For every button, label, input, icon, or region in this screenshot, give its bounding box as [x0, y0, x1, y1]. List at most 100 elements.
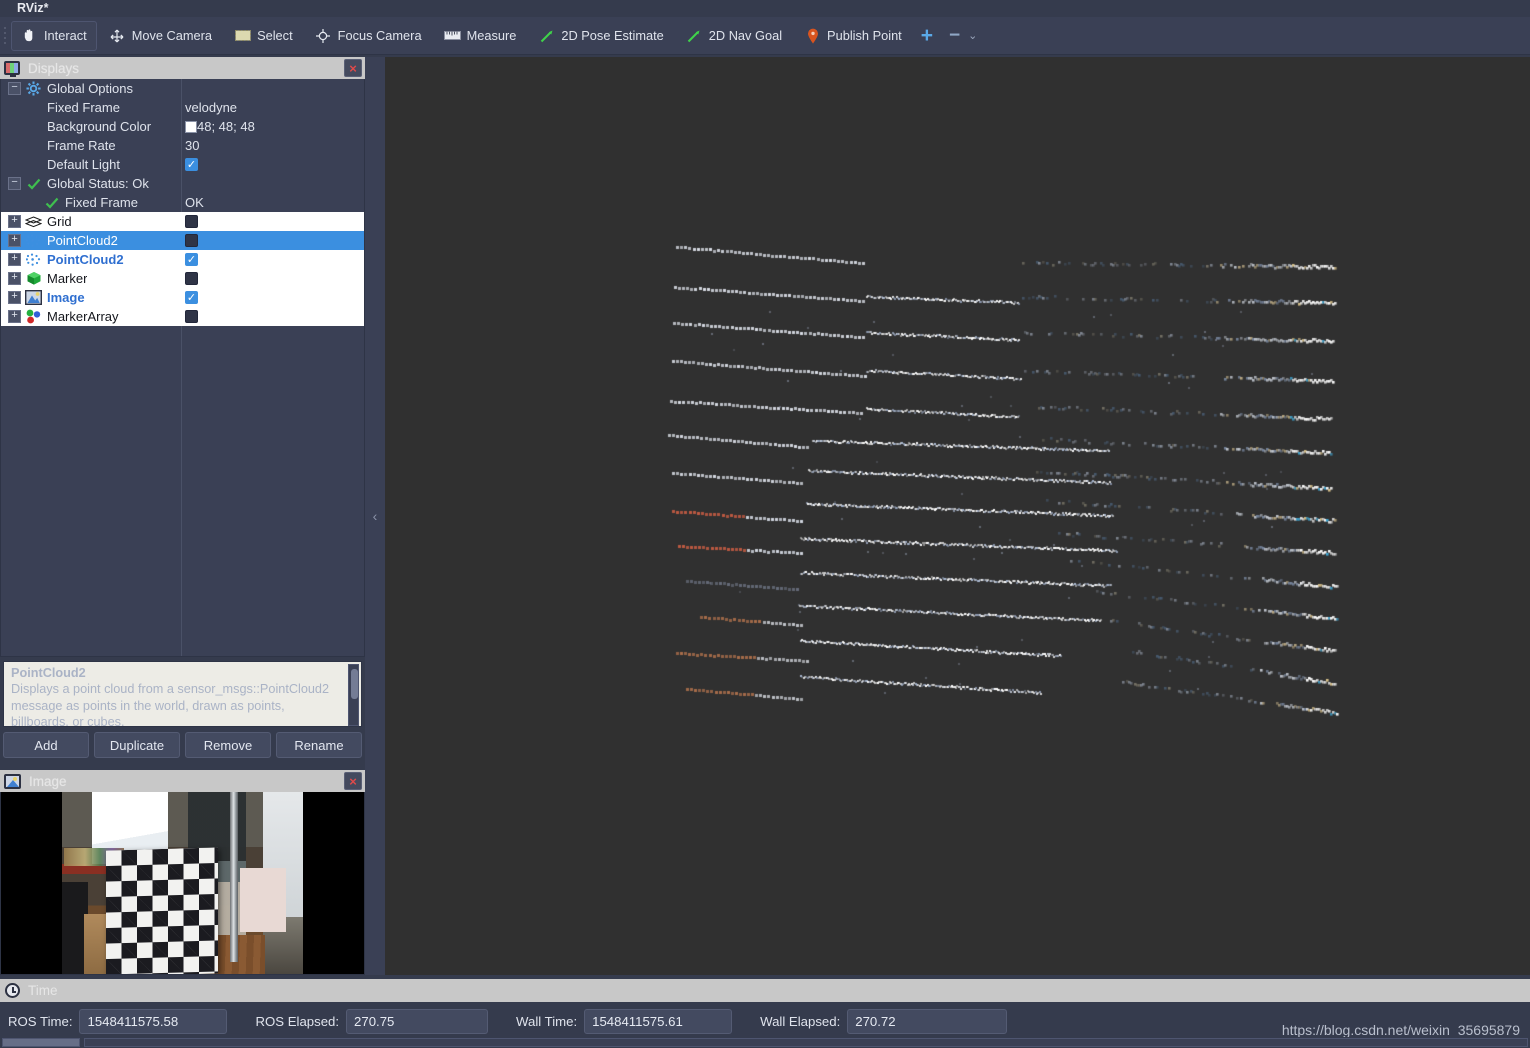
tree-row-pointcloud2[interactable]: + PointCloud2 ✓: [1, 250, 364, 269]
tree-row-marker[interactable]: + Marker: [1, 269, 364, 288]
tree-row-name-cell: Fixed Frame: [1, 98, 181, 117]
display-description-box: PointCloud2 Displays a point cloud from …: [3, 661, 362, 727]
tree-row-value-cell[interactable]: [181, 174, 364, 193]
horizontal-scrollbar[interactable]: [0, 1037, 1530, 1048]
tree-row-value-cell[interactable]: ✓: [181, 155, 364, 174]
time-panel-titlebar: Time: [0, 979, 1530, 1002]
tool-2d-pose-estimate[interactable]: 2D Pose Estimate: [528, 21, 673, 51]
panel-collapse-handle[interactable]: ‹: [365, 57, 385, 975]
tool-2d-pose-estimate-label: 2D Pose Estimate: [561, 28, 664, 43]
tree-row-global-options[interactable]: − Global Options: [1, 79, 364, 98]
tool-focus-camera[interactable]: Focus Camera: [305, 21, 432, 51]
tree-row-frame-rate[interactable]: Frame Rate 30: [1, 136, 364, 155]
expand-icon[interactable]: +: [8, 272, 21, 285]
scrollbar-track[interactable]: [84, 1038, 1528, 1047]
tree-row-pointcloud2[interactable]: + PointCloud2: [1, 231, 364, 250]
tree-row-name-cell: + PointCloud2: [1, 250, 181, 269]
move-camera-icon: [109, 27, 126, 44]
tool-move-camera-label: Move Camera: [131, 28, 213, 43]
visibility-checkbox[interactable]: ✓: [185, 253, 198, 266]
tool-measure-label: Measure: [466, 28, 517, 43]
tree-row-value-cell[interactable]: 48; 48; 48: [181, 117, 364, 136]
tree-row-value-cell[interactable]: 30: [181, 136, 364, 155]
visibility-checkbox[interactable]: [185, 310, 198, 323]
pointcloud-icon: [25, 233, 42, 248]
collapse-icon[interactable]: −: [8, 177, 21, 190]
add-button[interactable]: Add: [3, 732, 89, 758]
ros-elapsed-value[interactable]: 270.75: [346, 1008, 489, 1034]
green-check-icon: [43, 195, 60, 210]
expander-placeholder: [8, 196, 21, 209]
tree-row-fixed-frame[interactable]: Fixed Frame velodyne: [1, 98, 364, 117]
visibility-checkbox[interactable]: ✓: [185, 291, 198, 304]
visibility-checkbox[interactable]: [185, 215, 198, 228]
tree-row-value-cell[interactable]: [181, 212, 364, 231]
description-scrollbar[interactable]: [348, 664, 359, 726]
expand-icon[interactable]: +: [8, 234, 21, 247]
green-arrow-icon: [538, 27, 555, 44]
rename-button[interactable]: Rename: [276, 732, 362, 758]
remove-button[interactable]: Remove: [185, 732, 271, 758]
checkerboard-calibration-target: [106, 847, 218, 974]
tool-2d-nav-goal[interactable]: 2D Nav Goal: [676, 21, 792, 51]
camera-frame: [62, 792, 303, 974]
add-tool-button[interactable]: +: [913, 25, 941, 46]
tree-row-value-cell[interactable]: OK: [181, 193, 364, 212]
remove-tool-button[interactable]: −: [941, 26, 968, 45]
wood-floor: [212, 935, 265, 974]
toolbar-drag-handle[interactable]: [0, 17, 10, 55]
displays-panel-titlebar: Displays ×: [0, 57, 365, 79]
ros-time-label: ROS Time:: [8, 1013, 73, 1029]
tree-row-label: Global Status: Ok: [47, 176, 149, 191]
close-icon[interactable]: ×: [344, 772, 362, 790]
tool-measure[interactable]: Measure: [434, 21, 527, 51]
green-arrow-icon: [686, 27, 703, 44]
expand-icon[interactable]: +: [8, 291, 21, 304]
tree-row-global-status-ok[interactable]: − Global Status: Ok: [1, 174, 364, 193]
wall-time-value[interactable]: 1548411575.61: [584, 1008, 733, 1034]
tree-row-value-cell[interactable]: [181, 269, 364, 288]
focus-camera-icon: [315, 27, 332, 44]
scrollbar-thumb[interactable]: [2, 1038, 80, 1047]
tree-row-background-color[interactable]: Background Color 48; 48; 48: [1, 117, 364, 136]
tool-select[interactable]: Select: [224, 21, 303, 51]
visibility-checkbox[interactable]: [185, 234, 198, 247]
expander-placeholder: [8, 139, 21, 152]
tool-move-camera[interactable]: Move Camera: [99, 21, 222, 51]
expand-icon[interactable]: +: [8, 215, 21, 228]
tree-row-value-cell[interactable]: velodyne: [181, 98, 364, 117]
3d-render-view[interactable]: [385, 57, 1530, 975]
tree-row-markerarray[interactable]: + MarkerArray: [1, 307, 364, 326]
visibility-checkbox[interactable]: ✓: [185, 158, 198, 171]
expand-icon[interactable]: +: [8, 310, 21, 323]
duplicate-button[interactable]: Duplicate: [94, 732, 180, 758]
tree-row-grid[interactable]: + Grid: [1, 212, 364, 231]
collapse-icon[interactable]: −: [8, 82, 21, 95]
close-icon[interactable]: ×: [344, 59, 362, 77]
tool-interact[interactable]: Interact: [11, 20, 97, 51]
tree-row-fixed-frame[interactable]: Fixed Frame OK: [1, 193, 364, 212]
tree-row-label: Global Options: [47, 81, 133, 96]
wall-elapsed-value[interactable]: 270.72: [847, 1008, 1008, 1034]
tree-row-value-cell[interactable]: [181, 231, 364, 250]
tool-select-label: Select: [257, 28, 293, 43]
chevron-down-icon[interactable]: ⌄: [968, 29, 983, 42]
expander-placeholder: [8, 101, 21, 114]
tree-row-value-cell[interactable]: ✓: [181, 288, 364, 307]
ros-time-value[interactable]: 1548411575.58: [79, 1008, 228, 1034]
tree-row-value-cell[interactable]: [181, 79, 364, 98]
displays-button-row: Add Duplicate Remove Rename: [0, 727, 365, 758]
tool-publish-point[interactable]: Publish Point: [794, 21, 912, 51]
back-wall: [240, 868, 286, 932]
camera-image-view[interactable]: [0, 792, 365, 975]
expand-icon[interactable]: +: [8, 253, 21, 266]
tree-row-default-light[interactable]: Default Light ✓: [1, 155, 364, 174]
left-dock: Displays × − Global Options Fixed Frame vel…: [0, 57, 365, 975]
displays-tree[interactable]: − Global Options Fixed Frame velodyne Backgr…: [0, 79, 365, 657]
tree-row-label: PointCloud2: [47, 252, 124, 267]
color-swatch[interactable]: [185, 120, 197, 133]
visibility-checkbox[interactable]: [185, 272, 198, 285]
tree-row-image[interactable]: + Image ✓: [1, 288, 364, 307]
tree-row-value-cell[interactable]: ✓: [181, 250, 364, 269]
tree-row-value-cell[interactable]: [181, 307, 364, 326]
